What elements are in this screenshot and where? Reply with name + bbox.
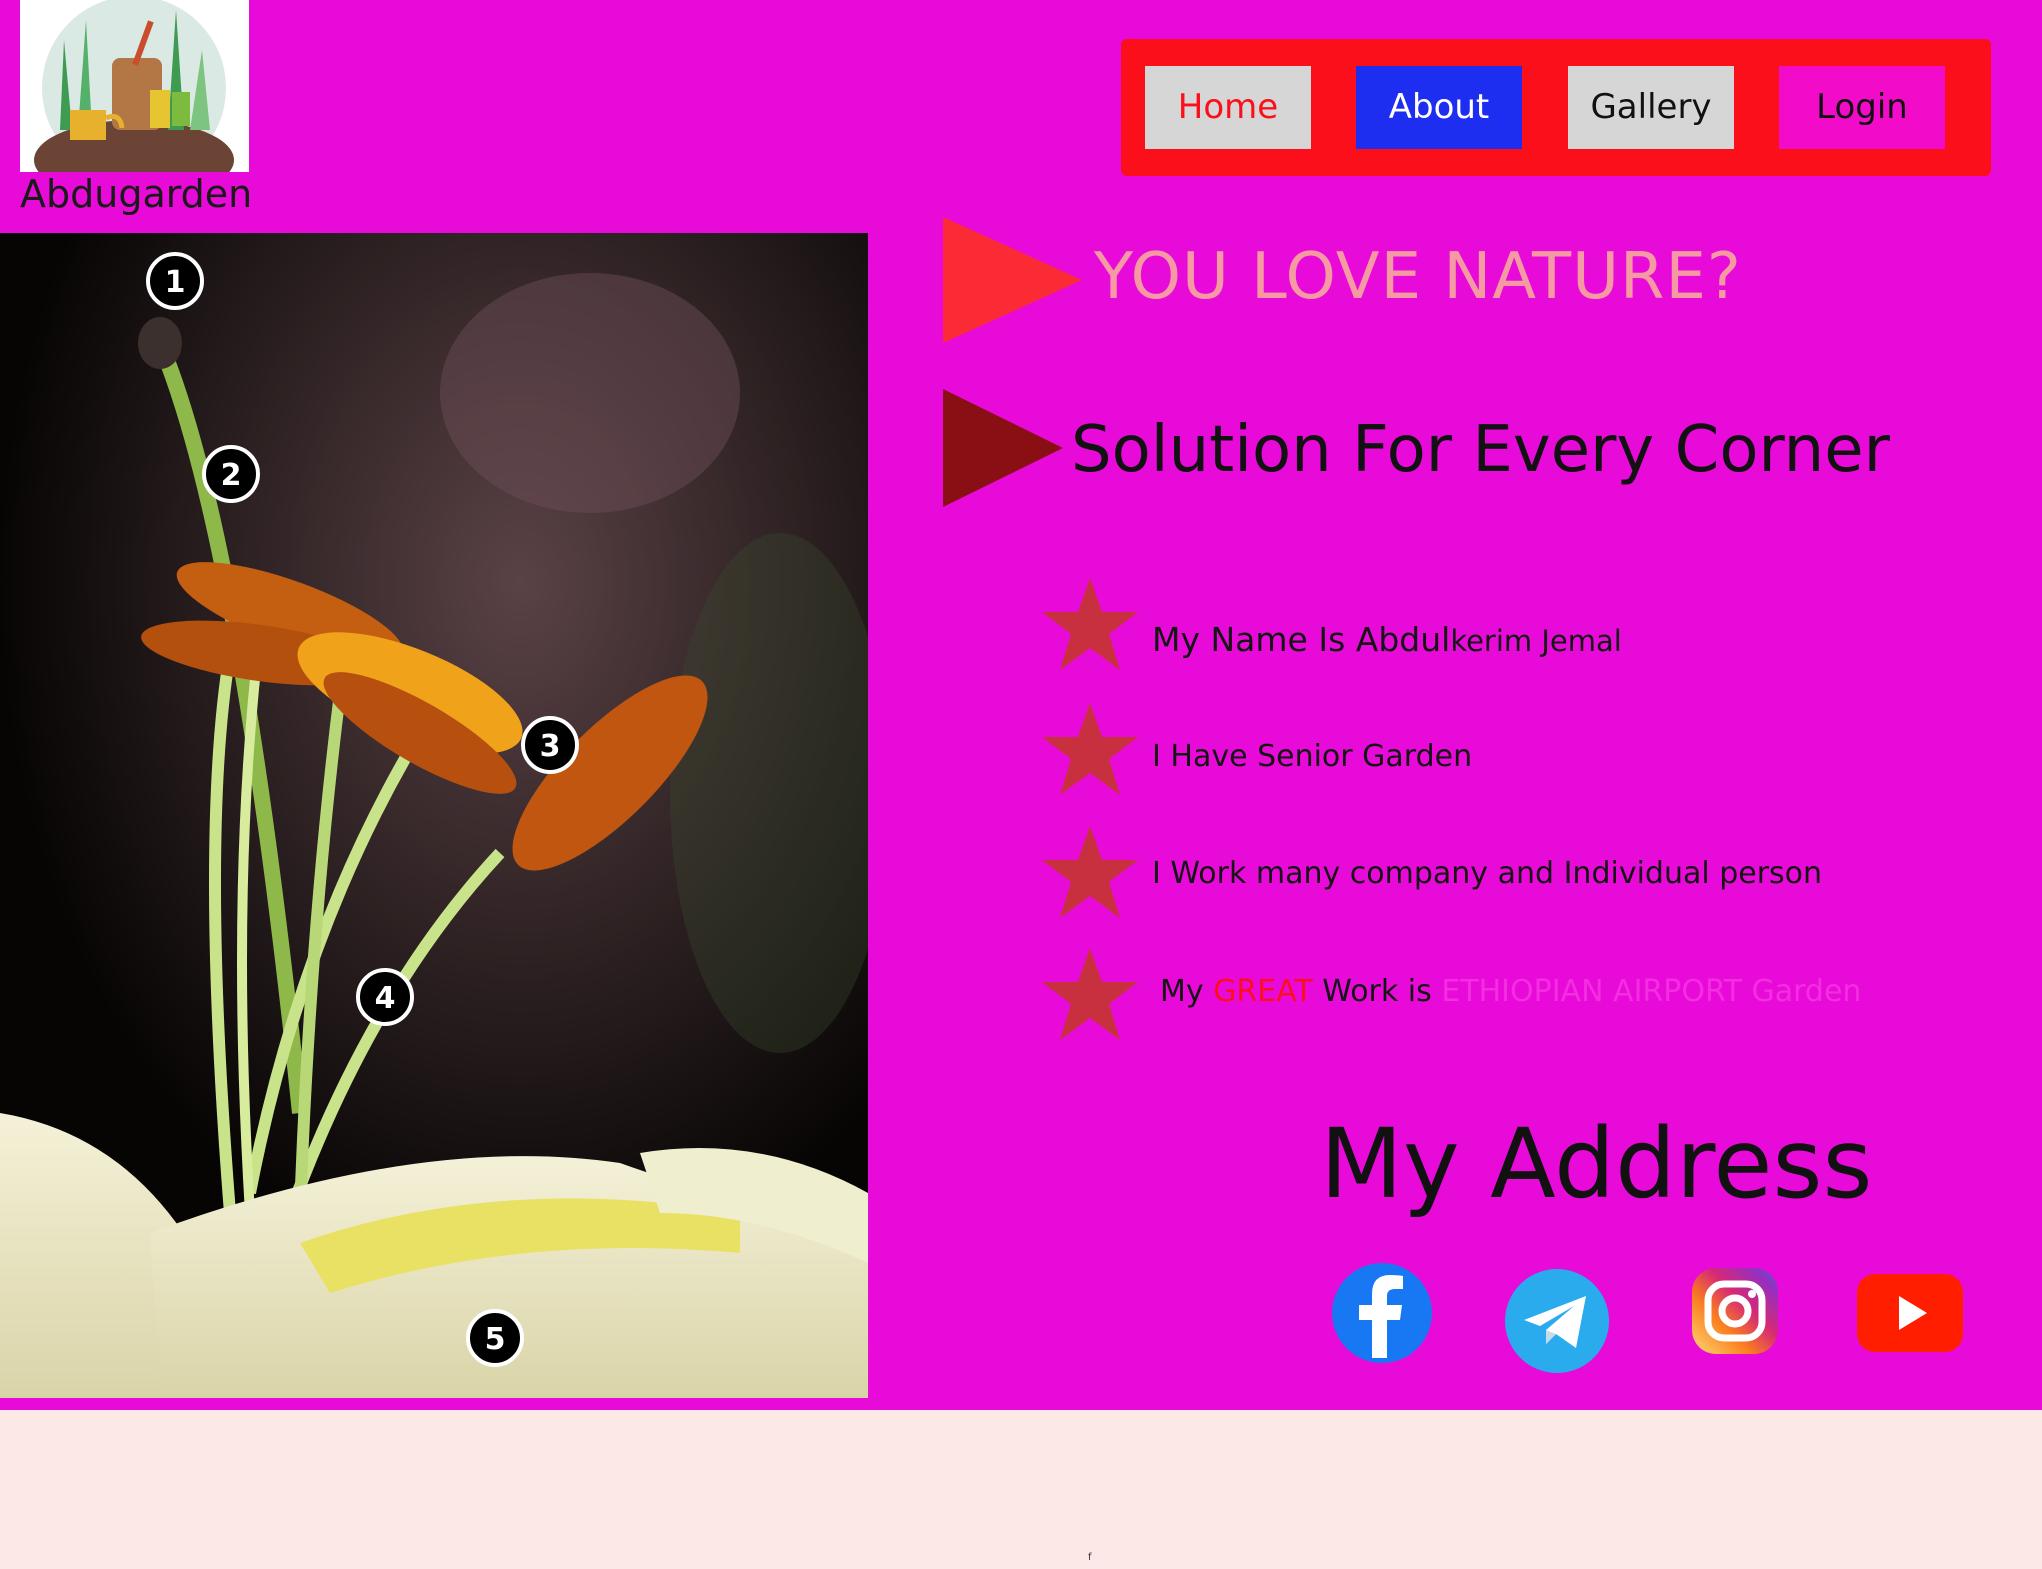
marker-3: 3: [540, 729, 561, 764]
star-icon: [1042, 826, 1138, 918]
footer: [0, 1410, 2042, 1569]
nav-login-button[interactable]: Login: [1779, 66, 1945, 149]
brand-name: Abdugarden: [20, 172, 253, 216]
star-icon: [1042, 578, 1138, 670]
star-icon: [1042, 703, 1138, 795]
facebook-icon[interactable]: [1327, 1258, 1437, 1368]
address-heading: My Address: [1320, 1108, 1873, 1220]
main-navigation: Home About Gallery Login: [1121, 39, 1991, 176]
footer-mark: f: [1088, 1552, 1092, 1563]
youtube-icon[interactable]: [1855, 1272, 1965, 1354]
nav-home-button[interactable]: Home: [1145, 66, 1311, 149]
play-arrow-icon: [943, 389, 1063, 507]
list-item: I Work many company and Individual perso…: [1040, 826, 2000, 922]
list-item: My GREAT Work is ETHIOPIAN AIRPORT Garde…: [1040, 948, 2000, 1044]
play-arrow-icon: [943, 217, 1082, 343]
marker-5: 5: [485, 1322, 506, 1357]
marker-1: 1: [165, 265, 186, 300]
garden-logo-icon[interactable]: [20, 0, 249, 172]
list-item-label: My: [1160, 974, 1214, 1009]
list-item-label: Work is: [1312, 974, 1442, 1009]
list-item: My Name Is Abdulkerim Jemal: [1040, 578, 2000, 674]
nav-gallery-button[interactable]: Gallery: [1568, 66, 1734, 149]
list-item-label: I Work many company and Individual perso…: [1152, 856, 1823, 891]
nav-about-button[interactable]: About: [1356, 66, 1522, 149]
lily-photo: 1 2 3 4 5: [0, 233, 868, 1398]
telegram-icon[interactable]: [1502, 1266, 1612, 1376]
list-item-label: I Have Senior Garden: [1152, 739, 1473, 774]
instagram-icon[interactable]: [1690, 1266, 1780, 1356]
list-item-label: My Name Is Abdul: [1152, 620, 1451, 659]
highlight-text: GREAT: [1213, 974, 1313, 1009]
marker-4: 4: [375, 981, 396, 1016]
star-icon: [1042, 948, 1138, 1040]
faint-text: ETHIOPIAN AIRPORT Garden: [1441, 974, 1862, 1009]
subtitle-heading: Solution For Every Corner: [1071, 413, 1890, 487]
list-item-label-suffix: kerim Jemal: [1450, 624, 1622, 658]
list-item: I Have Senior Garden: [1040, 703, 2000, 799]
marker-2: 2: [221, 458, 242, 493]
tagline-heading: YOU LOVE NATURE?: [1094, 240, 1742, 314]
